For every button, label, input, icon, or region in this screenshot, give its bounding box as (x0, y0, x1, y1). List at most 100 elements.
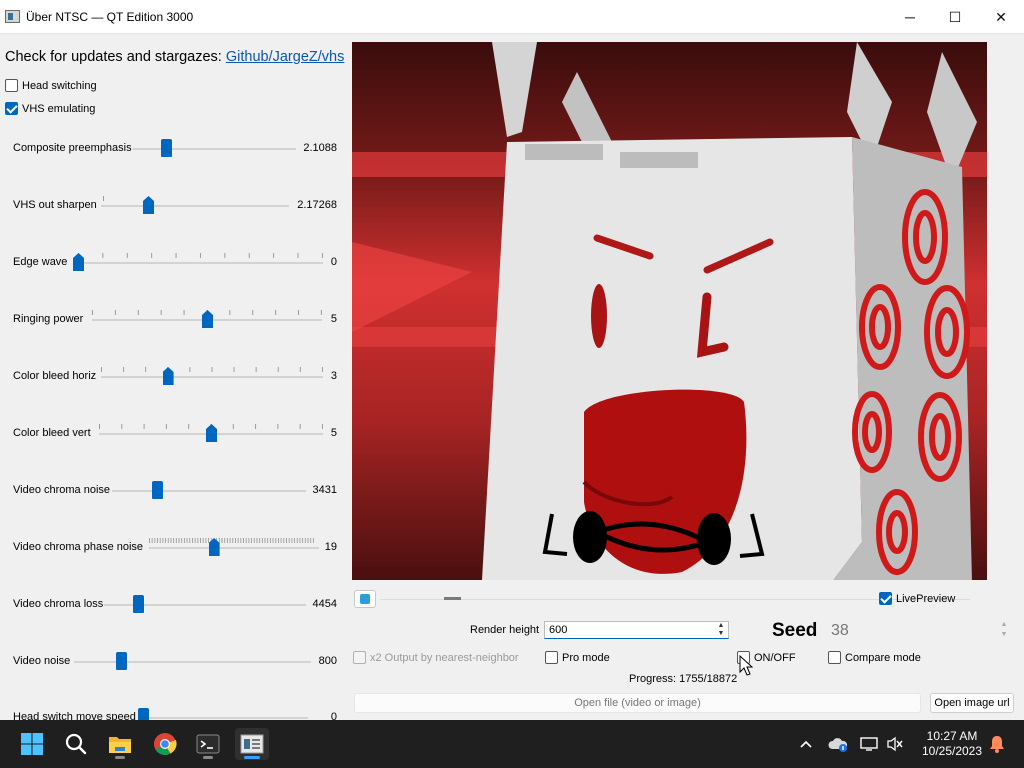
slider-track[interactable] (143, 717, 308, 719)
slider-handle[interactable] (151, 481, 163, 499)
slider-video-chroma-noise: Video chroma noise 3431 (0, 479, 350, 503)
search-icon (65, 733, 87, 755)
seed-label: Seed (772, 620, 818, 641)
chevron-up-icon (800, 740, 812, 748)
updates-text: Check for updates and stargazes: (5, 49, 226, 65)
slider-value: 19 (324, 541, 337, 553)
pro-mode-box[interactable] (545, 651, 558, 664)
volume-button[interactable] (884, 720, 906, 768)
start-icon (21, 733, 43, 755)
slider-edge-wave: Edge wave 0 (0, 251, 350, 275)
slider-ticks (103, 196, 113, 201)
terminal-icon (196, 734, 220, 754)
pro-mode-label: Pro mode (562, 651, 610, 664)
slider-label: Video noise (13, 655, 71, 667)
slider-track[interactable] (101, 205, 289, 207)
close-button[interactable]: ✕ (978, 0, 1024, 34)
title-bar[interactable]: Über NTSC — QT Edition 3000 ─ ☐ ✕ (0, 0, 1024, 34)
display-button[interactable] (858, 720, 880, 768)
taskbar-clock[interactable]: 10:27 AM 10/25/2023 (915, 729, 989, 759)
show-hidden-icons-button[interactable] (796, 720, 816, 768)
slider-track[interactable] (78, 262, 323, 264)
progress-text: Progress: 1755/18872 (629, 673, 738, 685)
app-window: Über NTSC — QT Edition 3000 ─ ☐ ✕ Check … (0, 0, 1024, 720)
slider-track[interactable] (149, 547, 319, 549)
slider-track[interactable] (112, 490, 306, 492)
display-icon (860, 737, 878, 751)
onedrive-icon (828, 738, 848, 752)
notifications-button[interactable] (986, 720, 1008, 768)
vhs-emulating-label: VHS emulating (22, 102, 96, 115)
slider-handle[interactable] (160, 139, 172, 157)
slider-label: VHS out sharpen (13, 199, 97, 211)
maximize-button[interactable]: ☐ (932, 0, 978, 34)
play-button[interactable] (354, 590, 376, 608)
live-preview-label: LivePreview (896, 592, 956, 605)
timeline-handle[interactable] (444, 597, 461, 600)
head-switching-label: Head switching (22, 79, 97, 92)
head-switching-checkbox[interactable]: Head switching (5, 79, 97, 92)
head-switching-box[interactable] (5, 79, 18, 92)
slider-handle[interactable] (133, 595, 145, 613)
x2-output-checkbox[interactable]: x2 Output by nearest-neighbor (353, 651, 519, 664)
vhs-emulating-box[interactable] (5, 102, 18, 115)
taskbar: 10:27 AM 10/25/2023 (0, 720, 1024, 768)
mouse-cursor-icon (739, 655, 753, 676)
window-title: Über NTSC — QT Edition 3000 (26, 10, 194, 24)
file-explorer-icon (109, 737, 131, 753)
github-link[interactable]: Github/JargeZ/vhs (226, 49, 344, 65)
slider-value: 4454 (312, 598, 337, 610)
chrome-button[interactable] (148, 728, 182, 760)
seed-value[interactable]: 38 (831, 622, 849, 640)
minimize-button[interactable]: ─ (887, 0, 933, 34)
render-height-spin-arrows-icon[interactable]: ▲ ▼ (715, 622, 727, 638)
live-preview-checkbox[interactable]: LivePreview (879, 592, 955, 605)
render-height-label: Render height (470, 624, 540, 636)
x2-output-box[interactable] (353, 651, 366, 664)
slider-label: Video chroma loss (13, 598, 104, 610)
slider-label: Composite preemphasis (13, 142, 132, 154)
clock-date: 10/25/2023 (921, 744, 983, 758)
slider-handle[interactable] (143, 196, 154, 214)
slider-label: Video chroma noise (13, 484, 111, 496)
slider-composite-preemphasis: Composite preemphasis 2.1088 (0, 137, 350, 161)
slider-value: 3 (330, 370, 337, 382)
slider-track[interactable] (133, 148, 296, 150)
live-preview-box[interactable] (879, 592, 892, 605)
x2-output-label: x2 Output by nearest-neighbor (370, 651, 519, 664)
updates-notice: Check for updates and stargazes: Github/… (5, 49, 344, 65)
slider-track[interactable] (101, 376, 323, 378)
slider-label: Edge wave (13, 256, 68, 268)
pro-mode-checkbox[interactable]: Pro mode (545, 651, 610, 664)
search-button[interactable] (59, 728, 93, 760)
file-explorer-button[interactable] (103, 728, 137, 760)
slider-handle[interactable] (116, 652, 128, 670)
slider-value: 3431 (312, 484, 337, 496)
slider-value: 5 (330, 427, 337, 439)
slider-label: Color bleed vert (13, 427, 91, 439)
uber-ntsc-taskbar-button[interactable] (235, 728, 269, 760)
render-height-input[interactable]: 600 (544, 621, 729, 639)
start-button[interactable] (15, 728, 49, 760)
compare-mode-checkbox[interactable]: Compare mode (828, 651, 921, 664)
seed-spin-arrows-icon[interactable]: ▲ ▼ (998, 620, 1010, 640)
slider-ticks (149, 538, 315, 543)
slider-label: Video chroma phase noise (13, 541, 144, 553)
slider-video-noise: Video noise 800 (0, 650, 350, 674)
onoff-label: ON/OFF (754, 651, 796, 664)
video-preview (352, 42, 987, 580)
vhs-emulating-checkbox[interactable]: VHS emulating (5, 102, 95, 115)
slider-track[interactable] (74, 661, 311, 663)
open-file-button[interactable]: Open file (video or image) (354, 693, 921, 713)
running-indicator (203, 756, 213, 759)
slider-handle[interactable] (138, 708, 149, 720)
slider-video-chroma-loss: Video chroma loss 4454 (0, 593, 350, 617)
clock-time: 10:27 AM (926, 729, 978, 743)
onedrive-button[interactable] (826, 720, 850, 768)
open-image-url-button[interactable]: Open image url (930, 693, 1014, 713)
slider-color-bleed-horiz: Color bleed horiz 3 (0, 365, 350, 389)
compare-mode-box[interactable] (828, 651, 841, 664)
slider-label: Ringing power (13, 313, 84, 325)
terminal-button[interactable] (191, 728, 225, 760)
running-indicator (115, 756, 125, 759)
